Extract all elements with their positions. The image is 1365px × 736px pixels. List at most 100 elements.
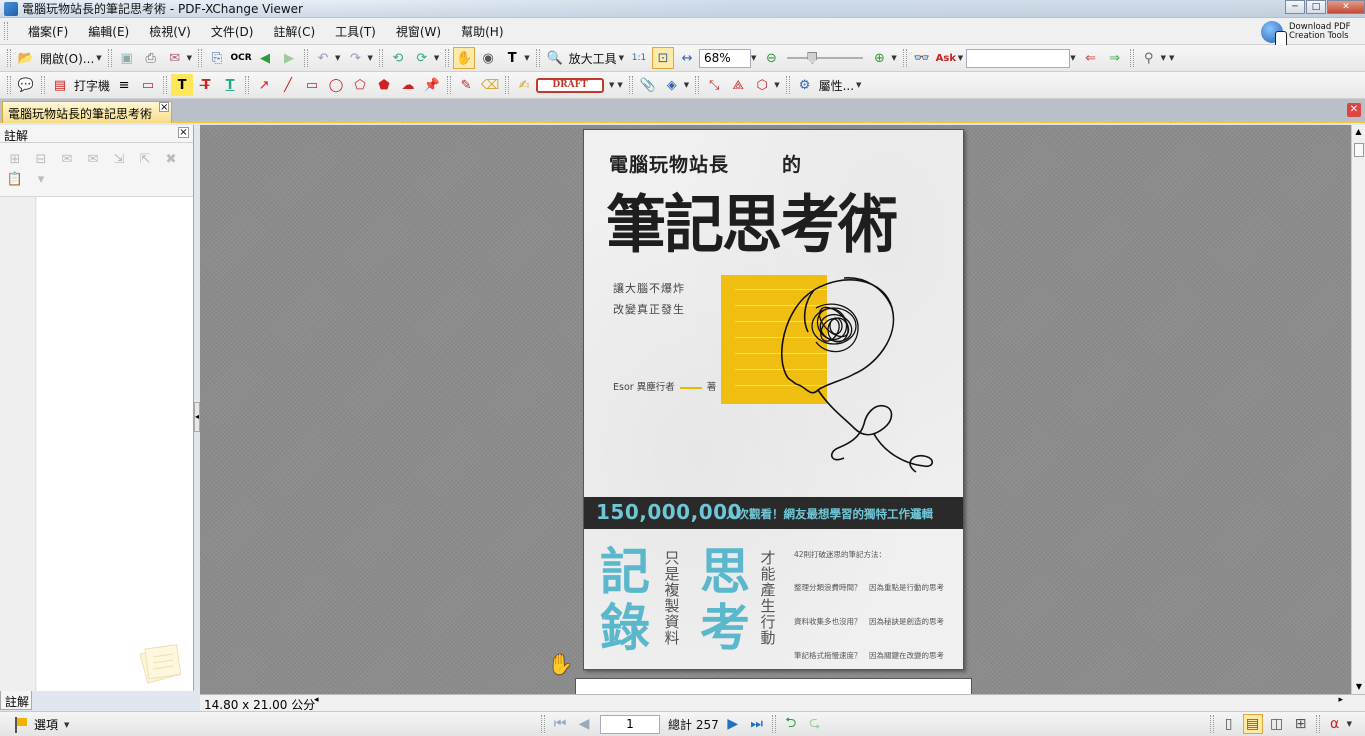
first-page-icon[interactable]: ⏮ — [550, 714, 570, 734]
continuous-page-icon[interactable]: ▤ — [1242, 714, 1263, 734]
zoom-out-icon[interactable]: ⊖ — [760, 47, 782, 69]
toolbar-grip[interactable] — [304, 49, 309, 67]
toolbar-grip[interactable] — [7, 76, 11, 94]
sound-icon[interactable]: ◈ — [661, 74, 683, 96]
toolbar-grip[interactable] — [107, 49, 112, 67]
toolbar-grip[interactable] — [505, 76, 510, 94]
current-page-input[interactable]: 1 — [600, 714, 660, 734]
open-dropdown-arrow[interactable]: ▼ — [96, 54, 101, 62]
toolbar-grip[interactable] — [7, 49, 11, 67]
comment-filter-icon[interactable]: ▾ — [30, 169, 52, 189]
area-tool-icon[interactable]: ⬡ — [751, 74, 773, 96]
zoom-in-icon[interactable]: ⊕ — [868, 47, 890, 69]
stamp-icon[interactable]: ✍ — [513, 74, 535, 96]
comment-expand-icon[interactable]: ⊞ — [4, 149, 26, 169]
comment-delete-icon[interactable]: ✖ — [160, 149, 182, 169]
distance-tool-icon[interactable]: ⤡ — [703, 74, 725, 96]
comment-summary-icon[interactable]: 📋 — [4, 169, 26, 189]
zoom-tool-label[interactable]: 放大工具 — [569, 50, 617, 67]
next-view-icon[interactable]: ⮎ — [805, 714, 825, 734]
rotate-right-icon[interactable]: ⟳ — [411, 47, 433, 69]
open-button-label[interactable]: 開啟(O)... — [40, 50, 94, 67]
close-tab-icon[interactable]: × — [159, 102, 169, 113]
actual-size-icon[interactable]: 1:1 — [628, 47, 650, 69]
toolbar-grip[interactable] — [447, 76, 452, 94]
draft-stamp-selector[interactable]: DRAFT — [536, 77, 605, 93]
close-document-icon[interactable]: ✕ — [1347, 103, 1361, 117]
rotate-left-icon[interactable]: ⟲ — [387, 47, 409, 69]
typewriter-icon[interactable]: ▤ — [49, 74, 71, 96]
toolbar-grip[interactable] — [1315, 715, 1320, 733]
fit-width-icon[interactable]: ↔ — [676, 47, 698, 69]
comment-status-icon[interactable]: ✉ — [82, 149, 104, 169]
pdf-logo-icon[interactable]: ⍺ — [1325, 714, 1345, 734]
document-tab[interactable]: 電腦玩物站長的筆記思考術 × — [2, 101, 172, 123]
toolbar-grip[interactable] — [785, 76, 790, 94]
pentagon-icon[interactable]: ⬟ — [373, 74, 395, 96]
hand-tool-icon[interactable]: ✋ — [453, 47, 476, 69]
callout-icon[interactable]: ▭ — [137, 74, 159, 96]
maximize-button[interactable]: □ — [1306, 0, 1326, 14]
arrow-icon[interactable]: ↗ — [253, 74, 275, 96]
text-box-icon[interactable]: ≡ — [113, 74, 135, 96]
toolbar-grip[interactable] — [445, 49, 450, 67]
scroll-up-arrow[interactable]: ▲ — [1352, 125, 1365, 139]
menu-edit[interactable]: 編輯(E) — [78, 23, 139, 40]
menu-comments[interactable]: 註解(C) — [263, 23, 325, 40]
close-panel-icon[interactable]: × — [178, 127, 189, 138]
pin-icon[interactable]: 📌 — [421, 74, 443, 96]
search-input[interactable] — [966, 48, 1071, 68]
open-folder-icon[interactable]: 📂 — [15, 47, 37, 69]
scroll-down-arrow[interactable]: ▼ — [1352, 680, 1365, 694]
attach-file-icon[interactable]: 📎 — [637, 74, 659, 96]
minimize-button[interactable]: ─ — [1285, 0, 1305, 14]
toolbar-grip[interactable] — [1209, 715, 1214, 733]
previous-page-icon[interactable]: ◀ — [574, 714, 594, 734]
ocr-icon[interactable]: OCR — [230, 47, 252, 69]
comments-list[interactable] — [0, 197, 193, 691]
comment-import-icon[interactable]: ⇲ — [108, 149, 130, 169]
perimeter-tool-icon[interactable]: ⟁ — [727, 74, 749, 96]
toolbar-grip[interactable] — [695, 76, 700, 94]
zoom-slider-thumb[interactable] — [807, 52, 818, 64]
comment-reply-icon[interactable]: ✉ — [56, 149, 78, 169]
menu-tools[interactable]: 工具(T) — [325, 23, 386, 40]
options-button[interactable]: 選項 ▼ — [14, 716, 72, 733]
underline-icon[interactable]: T — [219, 74, 241, 96]
toolbar-grip[interactable] — [628, 76, 633, 94]
menu-file[interactable]: 檔案(F) — [18, 23, 78, 40]
download-pdf-tools-button[interactable]: Download PDF Creation Tools — [1261, 18, 1365, 47]
cloud-icon[interactable]: ☁ — [397, 74, 419, 96]
eraser-icon[interactable]: ⌫ — [479, 74, 501, 96]
vertical-scrollbar[interactable]: ▲ ▼ — [1351, 125, 1365, 694]
comment-collapse-icon[interactable]: ⊟ — [30, 149, 52, 169]
ask-search-icon[interactable]: Ask — [935, 47, 957, 69]
continuous-facing-icon[interactable]: ⊞ — [1291, 714, 1311, 734]
polygon-icon[interactable]: ⬠ — [349, 74, 371, 96]
save-icon[interactable]: ▣ — [116, 47, 138, 69]
toolbar-grip[interactable] — [771, 715, 776, 733]
search-next-icon[interactable]: ⇒ — [1104, 47, 1126, 69]
toolbar-grip[interactable] — [245, 76, 250, 94]
find-icon[interactable]: 👓 — [911, 47, 933, 69]
previous-view-icon[interactable]: ⮌ — [781, 714, 801, 734]
toolbar-grip[interactable] — [541, 715, 545, 733]
zoom-in-tool-icon[interactable]: 🔍 — [544, 47, 566, 69]
menu-document[interactable]: 文件(D) — [201, 23, 264, 40]
oval-icon[interactable]: ◯ — [325, 74, 347, 96]
forward-icon[interactable]: ▶ — [278, 47, 300, 69]
hscroll-right-arrow[interactable]: ▸ — [1338, 695, 1343, 705]
sticky-note-icon[interactable]: 💬 — [15, 74, 37, 96]
zoom-dropdown-arrow[interactable]: ▼ — [751, 54, 756, 62]
back-icon[interactable]: ◀ — [254, 47, 276, 69]
close-button[interactable]: ✕ — [1327, 0, 1365, 14]
comment-export-icon[interactable]: ⇱ — [134, 149, 156, 169]
menu-window[interactable]: 視窗(W) — [386, 23, 451, 40]
filter-icon[interactable]: ⚲ — [1138, 47, 1160, 69]
properties-label[interactable]: 屬性... — [819, 77, 854, 94]
undo-icon[interactable]: ↶ — [312, 47, 334, 69]
snapshot-icon[interactable]: ◉ — [477, 47, 499, 69]
comments-panel-tab[interactable]: 註解 — [0, 691, 32, 710]
hscroll-left-arrow[interactable]: ◂ — [314, 695, 319, 705]
email-icon[interactable]: ✉ — [164, 47, 186, 69]
